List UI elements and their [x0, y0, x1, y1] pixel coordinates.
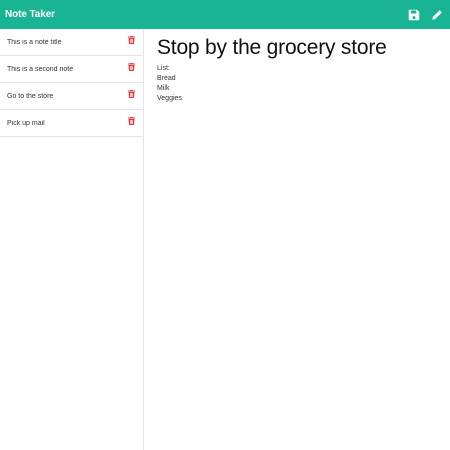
- navbar: Note Taker: [0, 0, 450, 29]
- note-list-item-title: This is a second note: [7, 65, 74, 73]
- pencil-icon[interactable]: [430, 8, 444, 22]
- note-editor: List: Bread Milk Veggies: [145, 29, 450, 450]
- note-list-item-title: Pick up mail: [7, 119, 45, 127]
- trash-icon[interactable]: [127, 90, 135, 99]
- note-list-item[interactable]: This is a second note: [0, 56, 143, 83]
- app-title[interactable]: Note Taker: [5, 9, 398, 20]
- trash-icon[interactable]: [127, 36, 135, 45]
- note-list-item[interactable]: Go to the store: [0, 83, 143, 110]
- note-list-sidebar: This is a note title This is a second not…: [0, 29, 144, 450]
- note-list-item[interactable]: This is a note title: [0, 29, 143, 56]
- note-list-item-title: This is a note title: [7, 38, 62, 46]
- trash-icon[interactable]: [127, 63, 135, 72]
- note-body-textarea[interactable]: List: Bread Milk Veggies: [157, 64, 438, 424]
- note-list: This is a note title This is a second not…: [0, 29, 143, 137]
- trash-icon[interactable]: [127, 117, 135, 126]
- note-list-item-title: Go to the store: [7, 92, 54, 100]
- note-list-item[interactable]: Pick up mail: [0, 110, 143, 137]
- note-title-input[interactable]: [157, 35, 438, 61]
- save-icon[interactable]: [407, 8, 421, 22]
